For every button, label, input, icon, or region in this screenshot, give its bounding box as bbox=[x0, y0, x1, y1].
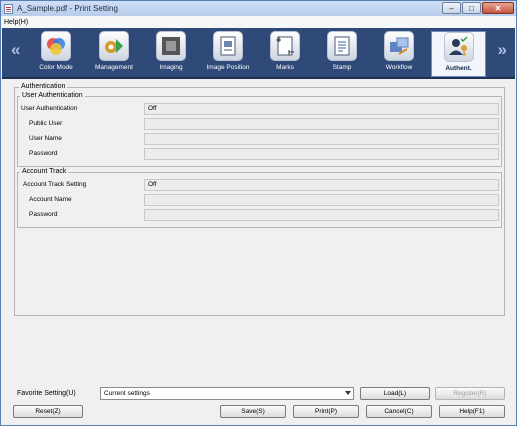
menu-help[interactable]: Help(H) bbox=[4, 19, 28, 26]
minimize-button[interactable]: – bbox=[442, 2, 461, 14]
management-icon bbox=[99, 31, 129, 61]
user-name-row: User Name bbox=[18, 133, 503, 145]
window-title: A_Sample.pdf - Print Setting bbox=[17, 4, 118, 13]
reset-button[interactable]: Reset(Z) bbox=[13, 405, 83, 418]
footer-buttons: Reset(Z) Save(S) Print(P) Cancel(C) Help… bbox=[2, 405, 515, 422]
tab-label: Color Mode bbox=[39, 64, 73, 71]
tab-label: Image Position bbox=[206, 64, 250, 71]
save-button[interactable]: Save(S) bbox=[220, 405, 286, 418]
tab-label: Marks bbox=[276, 64, 294, 71]
print-button[interactable]: Print(P) bbox=[293, 405, 359, 418]
field-label: Public User bbox=[29, 120, 63, 127]
favorite-setting-value: Current settings bbox=[104, 390, 150, 397]
account-track-setting-value[interactable]: Off bbox=[144, 179, 499, 191]
tab-label: Management bbox=[95, 64, 133, 71]
account-password-row: Password bbox=[18, 209, 503, 221]
category-toolbar: « » Color Mode Management Imaging Image … bbox=[2, 28, 515, 79]
field-label: Account Name bbox=[29, 196, 72, 203]
close-button[interactable]: ✕ bbox=[482, 2, 514, 14]
menu-bar: Help(H) bbox=[1, 16, 516, 28]
favorite-setting-bar: Favorite Setting(U) Current settings Loa… bbox=[2, 386, 515, 404]
imaging-icon bbox=[156, 31, 186, 61]
document-icon bbox=[4, 3, 13, 14]
maximize-button[interactable]: □ bbox=[462, 2, 481, 14]
tab-workflow[interactable]: Workflow bbox=[372, 31, 426, 77]
tab-authentication[interactable]: Authent. bbox=[431, 31, 486, 77]
authentication-icon bbox=[443, 32, 474, 62]
cancel-button[interactable]: Cancel(C) bbox=[366, 405, 432, 418]
account-name-value[interactable] bbox=[144, 194, 499, 206]
tab-color-mode[interactable]: Color Mode bbox=[29, 31, 83, 77]
authentication-group: Authentication User Authentication User … bbox=[14, 83, 505, 316]
tab-label: Authent. bbox=[445, 65, 472, 72]
user-authentication-value[interactable]: Off bbox=[144, 103, 499, 115]
user-password-row: Password bbox=[18, 148, 503, 160]
stamp-icon bbox=[327, 31, 357, 61]
user-authentication-group: User Authentication User Authentication … bbox=[17, 92, 503, 167]
tab-marks[interactable]: Marks bbox=[258, 31, 312, 77]
field-label: User Name bbox=[29, 135, 62, 142]
settings-panel: Authentication User Authentication User … bbox=[2, 79, 515, 381]
tab-label: Stamp bbox=[332, 64, 352, 71]
authentication-legend: Authentication bbox=[19, 83, 68, 90]
register-button[interactable]: Register(R) bbox=[435, 387, 505, 400]
tab-label: Workflow bbox=[385, 64, 413, 71]
user-name-value[interactable] bbox=[144, 133, 499, 145]
print-setting-window: A_Sample.pdf - Print Setting – □ ✕ Help(… bbox=[0, 0, 517, 426]
tab-stamp[interactable]: Stamp bbox=[315, 31, 369, 77]
public-user-row: Public User bbox=[18, 118, 503, 130]
load-button[interactable]: Load(L) bbox=[360, 387, 430, 400]
marks-icon bbox=[270, 31, 300, 61]
account-track-legend: Account Track bbox=[20, 168, 69, 175]
field-label: Password bbox=[29, 211, 58, 218]
user-password-value[interactable] bbox=[144, 148, 499, 160]
workflow-icon bbox=[384, 31, 414, 61]
field-label: Account Track Setting bbox=[23, 181, 87, 188]
chevron-down-icon bbox=[345, 391, 351, 395]
window-controls: – □ ✕ bbox=[442, 2, 514, 14]
account-track-group: Account Track Account Track Setting Off … bbox=[17, 168, 503, 228]
help-button[interactable]: Help(F1) bbox=[439, 405, 505, 418]
scroll-left-arrow-icon[interactable]: « bbox=[11, 40, 20, 60]
tab-management[interactable]: Management bbox=[87, 31, 141, 77]
color-mode-icon bbox=[41, 31, 71, 61]
account-password-value[interactable] bbox=[144, 209, 499, 221]
image-position-icon bbox=[213, 31, 243, 61]
tab-image-position[interactable]: Image Position bbox=[201, 31, 255, 77]
public-user-value[interactable] bbox=[144, 118, 499, 130]
user-authentication-row: User Authentication Off bbox=[18, 103, 503, 115]
favorite-setting-select[interactable]: Current settings bbox=[100, 387, 354, 400]
field-label: Password bbox=[29, 150, 58, 157]
favorite-setting-label: Favorite Setting(U) bbox=[17, 390, 76, 397]
account-name-row: Account Name bbox=[18, 194, 503, 206]
title-bar: A_Sample.pdf - Print Setting – □ ✕ bbox=[1, 1, 516, 16]
tab-label: Imaging bbox=[159, 64, 183, 71]
user-authentication-legend: User Authentication bbox=[20, 92, 85, 99]
field-label: User Authentication bbox=[21, 105, 78, 112]
account-track-setting-row: Account Track Setting Off bbox=[18, 179, 503, 191]
tab-imaging[interactable]: Imaging bbox=[144, 31, 198, 77]
scroll-right-arrow-icon[interactable]: » bbox=[498, 40, 507, 60]
